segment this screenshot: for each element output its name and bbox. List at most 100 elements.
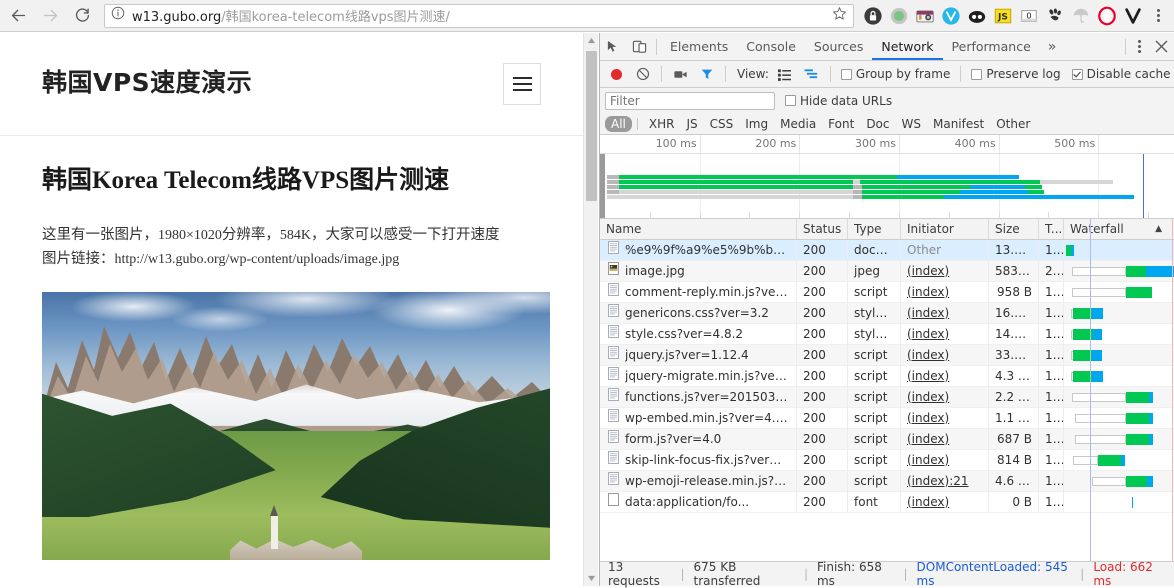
- column-header-waterfall[interactable]: Waterfall ▲: [1064, 219, 1174, 239]
- cell-name[interactable]: wp-embed.min.js?ver=4.8.2: [600, 408, 797, 429]
- initiator-link[interactable]: (index): [907, 348, 949, 362]
- column-header-time[interactable]: T...: [1039, 219, 1064, 239]
- tab-sources[interactable]: Sources: [805, 33, 872, 60]
- cell-name[interactable]: data:application/fo...: [600, 492, 797, 513]
- panda-extension-icon[interactable]: [964, 3, 990, 29]
- inspect-element-icon[interactable]: [600, 34, 626, 60]
- browser-menu-button[interactable]: [1146, 3, 1170, 29]
- cell-name[interactable]: comment-reply.min.js?ver=4...: [600, 282, 797, 303]
- cell-initiator[interactable]: Other: [901, 240, 989, 261]
- javascript-extension-icon[interactable]: JS: [990, 3, 1016, 29]
- tab-elements[interactable]: Elements: [661, 33, 737, 60]
- type-filter-other[interactable]: Other: [990, 116, 1036, 132]
- cell-initiator[interactable]: (index): [901, 261, 989, 282]
- forward-button[interactable]: [36, 2, 64, 30]
- timeline-left-grip[interactable]: [600, 154, 605, 218]
- cell-name[interactable]: wp-emoji-release.min.js?ver...: [600, 471, 797, 492]
- camera-extension-icon[interactable]: [912, 3, 938, 29]
- cell-initiator[interactable]: (index): [901, 450, 989, 471]
- tab-network[interactable]: Network: [872, 33, 942, 60]
- gnome-extension-icon[interactable]: [1042, 3, 1068, 29]
- type-filter-doc[interactable]: Doc: [860, 116, 895, 132]
- column-header-status[interactable]: Status: [797, 219, 848, 239]
- reload-button[interactable]: [68, 2, 96, 30]
- cell-name[interactable]: functions.js?ver=20150330: [600, 387, 797, 408]
- hamburger-menu-icon[interactable]: [503, 63, 541, 105]
- preserve-log-checkbox[interactable]: Preserve log: [971, 67, 1060, 81]
- initiator-link[interactable]: (index):21: [907, 474, 969, 488]
- type-filter-media[interactable]: Media: [774, 116, 822, 132]
- initiator-link[interactable]: (index): [907, 453, 949, 467]
- address-bar[interactable]: w13.gubo.org/韩国korea-telecom线路vps图片测速/: [104, 4, 854, 28]
- cell-initiator[interactable]: (index): [901, 303, 989, 324]
- cell-initiator[interactable]: (index): [901, 324, 989, 345]
- cell-initiator[interactable]: (index): [901, 408, 989, 429]
- table-row[interactable]: image.jpg200jpeg(index)583 KB2...: [600, 261, 1174, 282]
- initiator-link[interactable]: (index): [907, 306, 949, 320]
- green-dot-extension-icon[interactable]: [886, 3, 912, 29]
- page-vertical-scrollbar[interactable]: [583, 33, 598, 586]
- back-button[interactable]: [4, 2, 32, 30]
- image-link-url[interactable]: http://w13.gubo.org/wp-content/uploads/i…: [115, 252, 400, 267]
- type-filter-css[interactable]: CSS: [704, 116, 740, 132]
- funnel-filter-icon[interactable]: [694, 61, 720, 87]
- scroll-down-arrow-icon[interactable]: [584, 571, 599, 586]
- scrollbar-thumb[interactable]: [586, 51, 597, 201]
- initiator-link[interactable]: (index): [907, 495, 949, 509]
- cell-initiator[interactable]: (index): [901, 387, 989, 408]
- table-row[interactable]: %e9%9f%a9%e5%9b%bdk...200docu...Other13.…: [600, 240, 1174, 261]
- type-filter-img[interactable]: Img: [739, 116, 774, 132]
- initiator-link[interactable]: (index): [907, 327, 949, 341]
- initiator-link[interactable]: (index): [907, 264, 949, 278]
- device-toolbar-icon[interactable]: [626, 34, 652, 60]
- table-row[interactable]: wp-embed.min.js?ver=4.8.2200script(index…: [600, 408, 1174, 429]
- hide-data-urls-checkbox[interactable]: Hide data URLs: [785, 94, 892, 108]
- chevron-double-right-icon[interactable]: »: [1040, 39, 1065, 55]
- info-circle-icon[interactable]: [111, 6, 125, 25]
- disable-cache-checkbox[interactable]: Disable cache: [1072, 67, 1171, 81]
- waterfall-view-icon[interactable]: [799, 61, 825, 87]
- table-row[interactable]: skip-link-focus-fix.js?ver=20...200scrip…: [600, 450, 1174, 471]
- tab-performance[interactable]: Performance: [943, 33, 1040, 60]
- table-row[interactable]: form.js?ver=4.0200script(index)687 B1...: [600, 429, 1174, 450]
- scroll-up-arrow-icon[interactable]: [584, 33, 599, 48]
- cell-name[interactable]: skip-link-focus-fix.js?ver=20...: [600, 450, 797, 471]
- initiator-link[interactable]: (index): [907, 390, 949, 404]
- table-row[interactable]: jquery.js?ver=1.12.4200script(index)33.4…: [600, 345, 1174, 366]
- umbrella-extension-icon[interactable]: [1068, 3, 1094, 29]
- column-header-size[interactable]: Size: [989, 219, 1039, 239]
- initiator-link[interactable]: (index): [907, 285, 949, 299]
- opera-extension-icon[interactable]: [1094, 3, 1120, 29]
- cell-initiator[interactable]: (index):21: [901, 471, 989, 492]
- cell-name[interactable]: genericons.css?ver=3.2: [600, 303, 797, 324]
- group-by-frame-checkbox[interactable]: Group by frame: [841, 67, 950, 81]
- close-x-icon[interactable]: [1148, 40, 1174, 53]
- type-filter-js[interactable]: JS: [680, 116, 703, 132]
- cell-initiator[interactable]: (index): [901, 345, 989, 366]
- dolomites-mountain-valley-photo[interactable]: [42, 292, 550, 560]
- cell-name[interactable]: %e9%9f%a9%e5%9b%bdk...: [600, 240, 797, 261]
- table-row[interactable]: data:application/fo...200font(index)0 B1…: [600, 492, 1174, 513]
- devtools-kebab-menu-icon[interactable]: [1130, 40, 1148, 53]
- type-filter-ws[interactable]: WS: [896, 116, 927, 132]
- tab-console[interactable]: Console: [737, 33, 805, 60]
- table-row[interactable]: genericons.css?ver=3.2200style...(index)…: [600, 303, 1174, 324]
- initiator-link[interactable]: (index): [907, 411, 949, 425]
- initiator-link[interactable]: (index): [907, 369, 949, 383]
- table-row[interactable]: jquery-migrate.min.js?ver=1....200script…: [600, 366, 1174, 387]
- cell-name[interactable]: jquery-migrate.min.js?ver=1....: [600, 366, 797, 387]
- cell-name[interactable]: image.jpg: [600, 261, 797, 282]
- table-row[interactable]: wp-emoji-release.min.js?ver...200script(…: [600, 471, 1174, 492]
- column-header-initiator[interactable]: Initiator: [901, 219, 989, 239]
- cell-name[interactable]: style.css?ver=4.8.2: [600, 324, 797, 345]
- filter-input[interactable]: [605, 92, 775, 110]
- column-header-type[interactable]: Type: [848, 219, 901, 239]
- cell-initiator[interactable]: (index): [901, 492, 989, 513]
- column-header-name[interactable]: Name: [600, 219, 797, 239]
- network-timeline-overview[interactable]: 100 ms200 ms300 ms400 ms500 ms: [600, 135, 1174, 219]
- cell-initiator[interactable]: (index): [901, 282, 989, 303]
- type-filter-font[interactable]: Font: [822, 116, 860, 132]
- clear-circle-slash-icon[interactable]: [630, 61, 656, 87]
- cell-initiator[interactable]: (index): [901, 366, 989, 387]
- v-extension-icon[interactable]: [1120, 3, 1146, 29]
